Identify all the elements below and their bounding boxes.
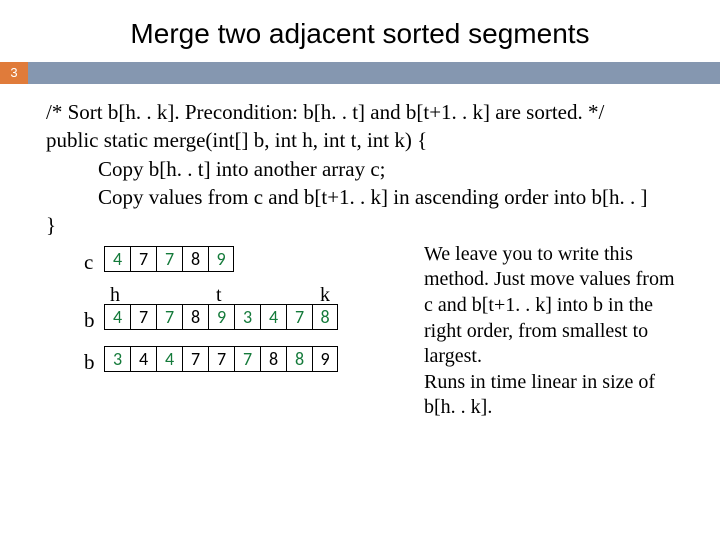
code-line-1: /* Sort b[h. . k]. Precondition: b[h. . … (46, 98, 690, 126)
cell: 3 (234, 304, 260, 330)
cell: 8 (286, 346, 312, 372)
cell: 3 (104, 346, 130, 372)
cell: 7 (182, 346, 208, 372)
cell: 4 (156, 346, 182, 372)
array-b1-cells: 4 7 7 8 9 3 4 7 8 (104, 304, 338, 330)
slide-body: /* Sort b[h. . k]. Precondition: b[h. . … (0, 84, 720, 240)
array-c-label: c (84, 248, 93, 276)
cell: 7 (130, 246, 156, 272)
cell: 4 (104, 246, 130, 272)
cell: 7 (156, 304, 182, 330)
accent-band: 3 (0, 62, 720, 84)
code-line-2: public static merge(int[] b, int h, int … (46, 126, 690, 154)
cell: 9 (312, 346, 338, 372)
code-line-3: Copy b[h. . t] into another array c; (46, 155, 690, 183)
array-b1-label: b (84, 306, 95, 334)
cell: 7 (286, 304, 312, 330)
cell: 7 (208, 346, 234, 372)
cell: 4 (104, 304, 130, 330)
index-header-row: h t k (104, 282, 424, 304)
array-c-cells: 4 7 7 8 9 (104, 246, 234, 272)
cell: 8 (182, 304, 208, 330)
cell: 8 (260, 346, 286, 372)
code-line-5: } (46, 211, 690, 239)
cell: 9 (208, 304, 234, 330)
array-b2-row: b 3 4 4 7 7 7 8 8 9 (104, 346, 424, 374)
code-line-4: Copy values from c and b[t+1. . k] in as… (46, 183, 690, 211)
cell: 8 (182, 246, 208, 272)
page-number-badge: 3 (0, 62, 28, 84)
array-b2-label: b (84, 348, 95, 376)
array-b2-cells: 3 4 4 7 7 7 8 8 9 (104, 346, 338, 372)
array-b1-row: b 4 7 7 8 9 3 4 7 8 (104, 304, 424, 332)
cell: 4 (130, 346, 156, 372)
cell: 4 (260, 304, 286, 330)
explanation-text: We leave you to write this method. Just … (424, 242, 682, 421)
slide-title: Merge two adjacent sorted segments (0, 0, 720, 62)
cell: 7 (156, 246, 182, 272)
cell: 7 (234, 346, 260, 372)
array-c-row: c 4 7 7 8 9 (104, 246, 424, 274)
cell: 7 (130, 304, 156, 330)
cell: 9 (208, 246, 234, 272)
cell: 8 (312, 304, 338, 330)
arrays-column: c 4 7 7 8 9 h t k b 4 7 (104, 246, 424, 380)
